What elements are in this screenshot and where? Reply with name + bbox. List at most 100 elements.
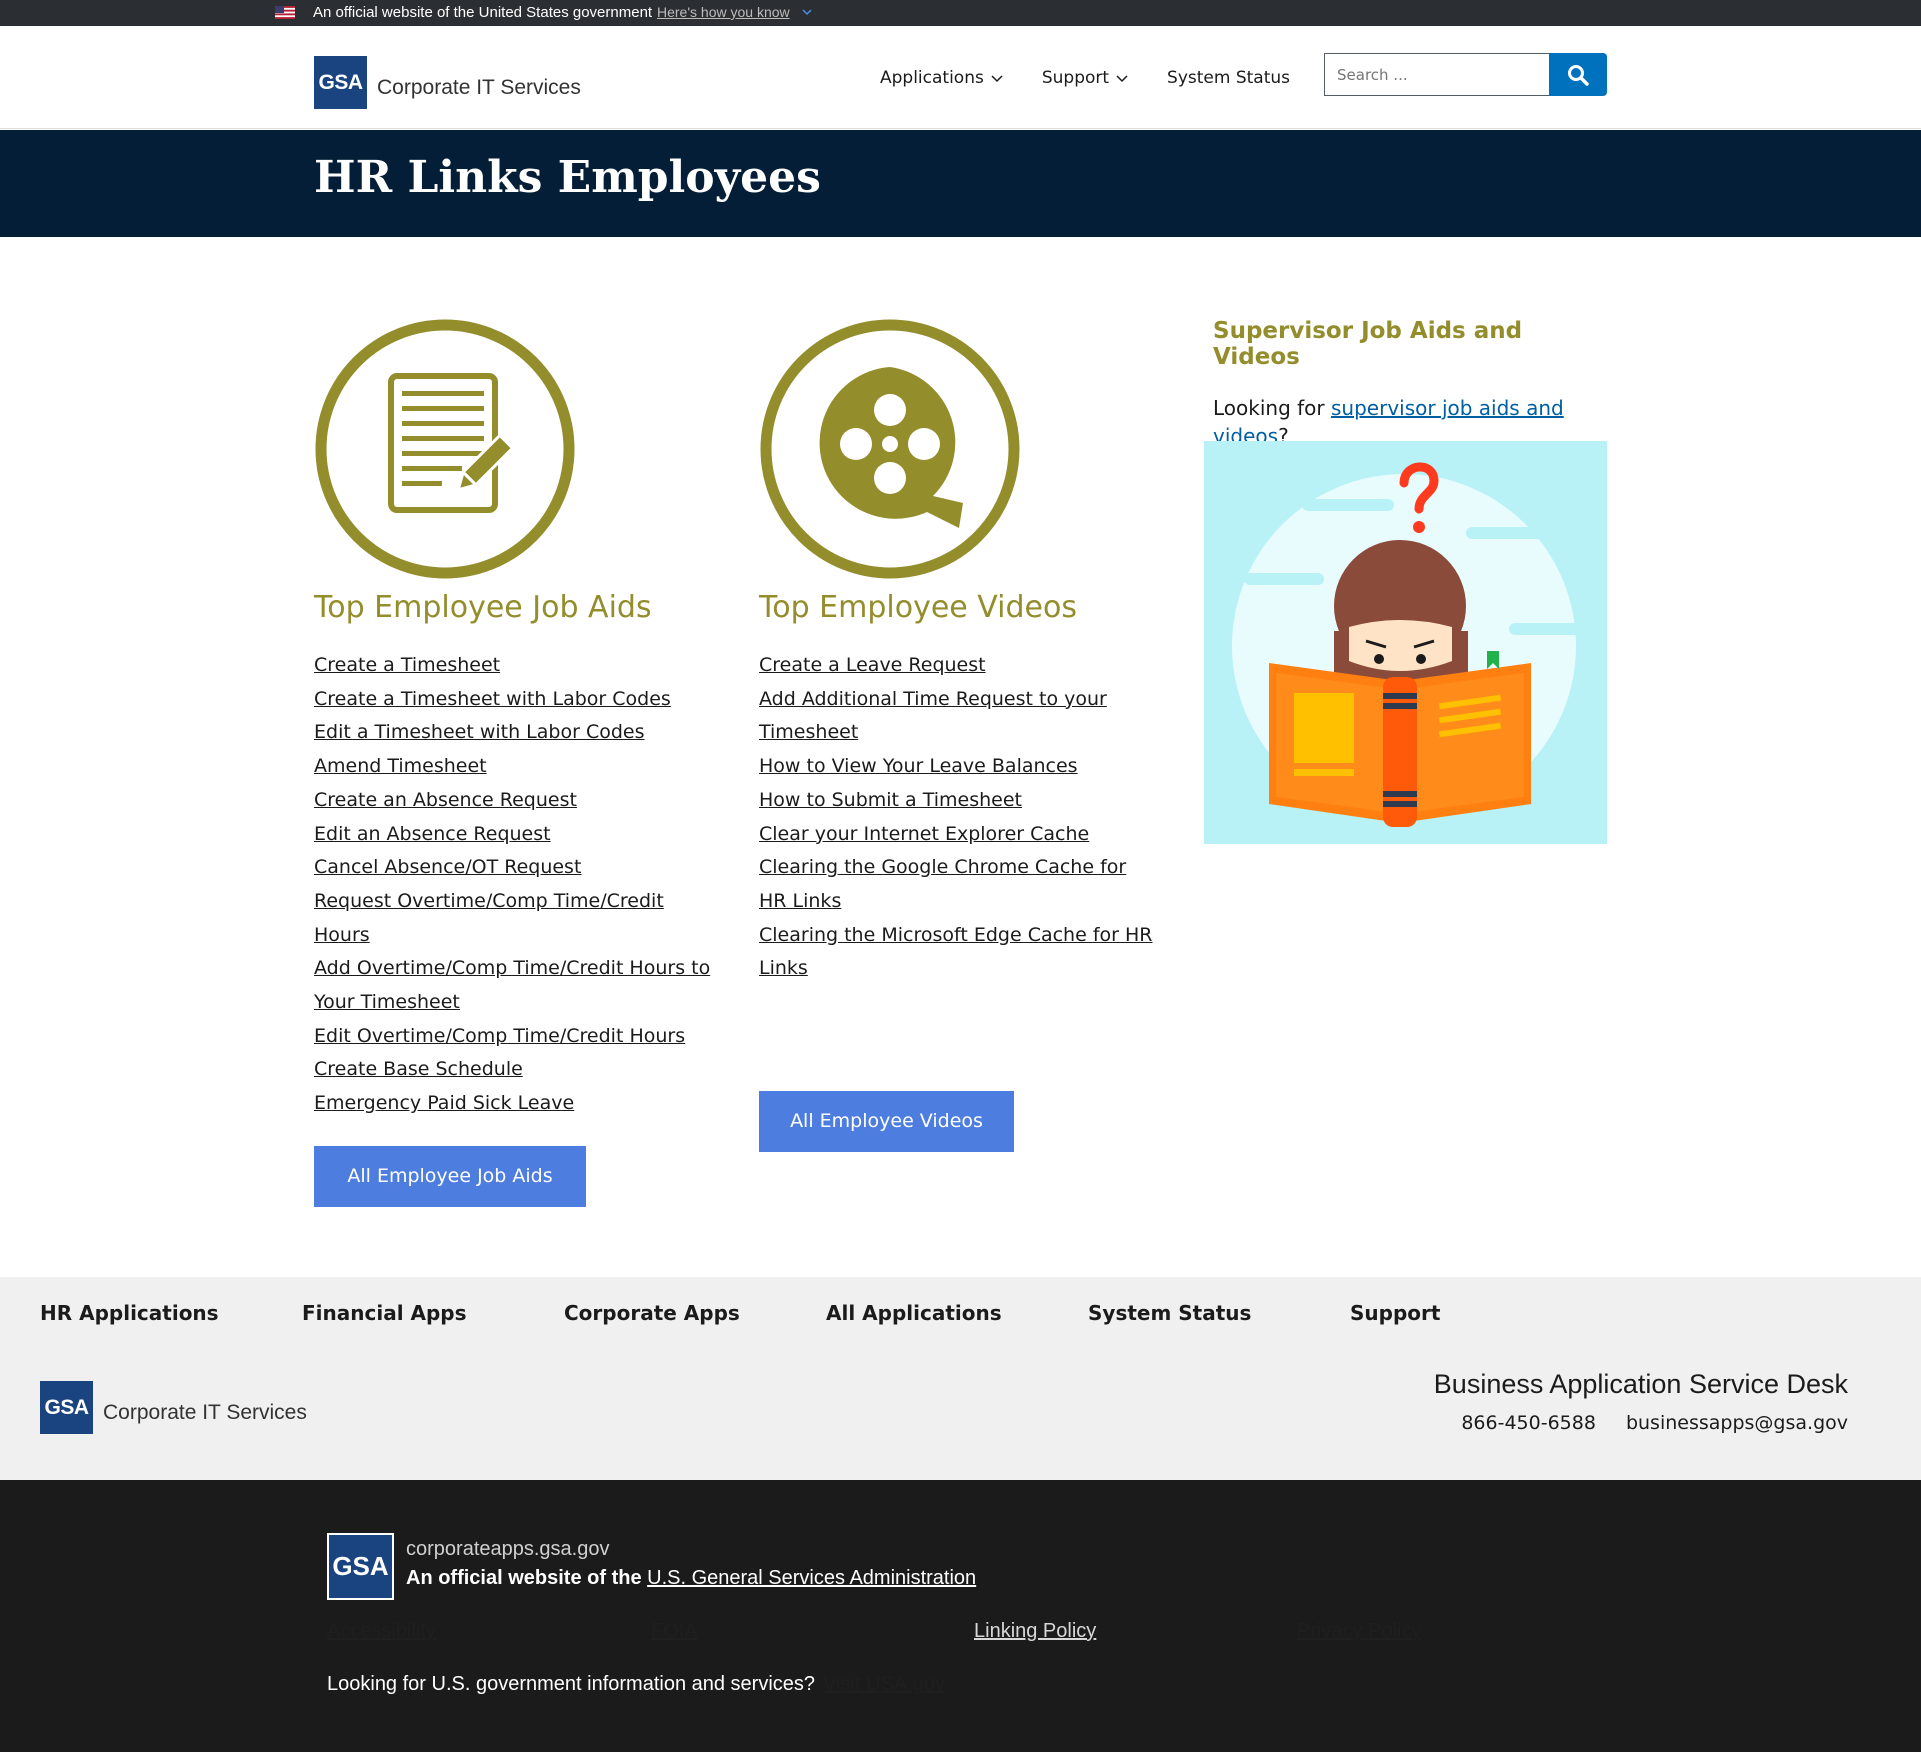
video-link[interactable]: Clearing the Google Chrome Cache for HR … — [759, 856, 1126, 912]
list-item: How to Submit a Timesheet — [759, 784, 1159, 818]
job-aid-link[interactable]: Cancel Absence/OT Request — [314, 856, 581, 878]
nav-support-label: Support — [1041, 68, 1110, 88]
site-logo[interactable]: GSA Corporate IT Services — [314, 56, 581, 109]
list-item: Edit an Absence Request — [314, 818, 714, 852]
service-desk-title: Business Application Service Desk — [1433, 1369, 1848, 1399]
list-item: Create a Timesheet — [314, 649, 714, 683]
job-aid-link[interactable]: Edit an Absence Request — [314, 823, 551, 845]
nav-applications[interactable]: Applications — [880, 68, 1004, 88]
job-aids-list: Create a Timesheet Create a Timesheet wi… — [314, 649, 714, 1121]
service-desk: Business Application Service Desk 866-45… — [1431, 1369, 1848, 1434]
site-logo-text: Corporate IT Services — [377, 75, 581, 99]
gsa-identifier-logo[interactable]: GSA — [327, 1533, 394, 1600]
usagov-link[interactable]: Visit USA.gov — [823, 1673, 945, 1695]
job-aid-link[interactable]: Create Base Schedule — [314, 1058, 523, 1080]
list-item: Emergency Paid Sick Leave — [314, 1087, 714, 1121]
footer-primary: HR Applications Financial Apps Corporate… — [0, 1277, 1921, 1480]
footer-link-system-status[interactable]: System Status — [1088, 1301, 1350, 1325]
chevron-down-icon — [991, 75, 1003, 83]
nav-support[interactable]: Support — [1042, 68, 1129, 88]
list-item: Edit a Timesheet with Labor Codes — [314, 716, 714, 750]
list-item: Edit Overtime/Comp Time/Credit Hours — [314, 1020, 714, 1054]
identifier-official: An official website of the U.S. General … — [406, 1567, 976, 1590]
search-button[interactable] — [1549, 53, 1607, 96]
nav-applications-label: Applications — [880, 68, 984, 88]
gov-banner-text: An official website of the United States… — [313, 4, 653, 21]
list-item: Request Overtime/Comp Time/Credit Hours — [314, 885, 714, 952]
list-item: Create a Leave Request — [759, 649, 1159, 683]
chevron-down-icon[interactable] — [801, 6, 813, 18]
footer-link-corporate-apps[interactable]: Corporate Apps — [564, 1301, 826, 1325]
gsa-logo-box: GSA — [40, 1381, 93, 1434]
accessibility-link[interactable]: Accessibility — [327, 1620, 436, 1643]
page-hero: HR Links Employees — [0, 130, 1921, 237]
identifier-official-prefix: An official website of the — [406, 1567, 642, 1589]
list-item: Clearing the Google Chrome Cache for HR … — [759, 851, 1159, 918]
sidebar-text-before: Looking for — [1213, 396, 1331, 420]
film-reel-icon — [760, 319, 1020, 579]
list-item: How to View Your Leave Balances — [759, 750, 1159, 784]
job-aid-link[interactable]: Create an Absence Request — [314, 789, 577, 811]
job-aids-section: Top Employee Job Aids Create a Timesheet… — [314, 318, 734, 1207]
all-videos-button[interactable]: All Employee Videos — [759, 1091, 1014, 1152]
service-desk-contact: 866-450-6588 businessapps@gsa.gov — [1431, 1412, 1848, 1434]
video-link[interactable]: Create a Leave Request — [759, 654, 986, 676]
list-item: Add Additional Time Request to your Time… — [759, 683, 1159, 750]
video-link[interactable]: How to View Your Leave Balances — [759, 755, 1078, 777]
usagov-text: Looking for U.S. government information … — [327, 1673, 816, 1695]
footer-logo[interactable]: GSA Corporate IT Services — [40, 1381, 307, 1434]
nav-system-status-label: System Status — [1167, 68, 1291, 88]
video-link[interactable]: Clear your Internet Explorer Cache — [759, 823, 1089, 845]
job-aid-link[interactable]: Request Overtime/Comp Time/Credit Hours — [314, 890, 664, 946]
how-you-know-link[interactable]: Here's how you know — [657, 4, 790, 20]
footer-link-all-applications[interactable]: All Applications — [826, 1301, 1088, 1325]
job-aid-link[interactable]: Add Overtime/Comp Time/Credit Hours to Y… — [314, 957, 710, 1013]
video-link[interactable]: Clearing the Microsoft Edge Cache for HR… — [759, 924, 1152, 980]
gov-banner: An official website of the United States… — [0, 0, 1921, 26]
footer-identifier: GSA corporateapps.gsa.gov An official we… — [0, 1480, 1921, 1752]
all-job-aids-button[interactable]: All Employee Job Aids — [314, 1145, 586, 1207]
job-aid-link[interactable]: Create a Timesheet with Labor Codes — [314, 688, 671, 710]
linking-policy-link[interactable]: Linking Policy — [974, 1620, 1096, 1643]
service-desk-phone[interactable]: 866-450-6588 — [1461, 1412, 1596, 1434]
footer-nav: HR Applications Financial Apps Corporate… — [40, 1301, 1500, 1325]
foia-link[interactable]: FOIA — [651, 1620, 698, 1643]
supervisor-sidebar: Supervisor Job Aids and Videos Looking f… — [1204, 318, 1607, 844]
gsa-logo-box: GSA — [314, 56, 367, 109]
footer-link-financial-apps[interactable]: Financial Apps — [302, 1301, 564, 1325]
job-aid-link[interactable]: Emergency Paid Sick Leave — [314, 1092, 574, 1114]
search-icon — [1568, 64, 1589, 86]
search-input[interactable] — [1324, 53, 1549, 96]
list-item: Add Overtime/Comp Time/Credit Hours to Y… — [314, 952, 714, 1019]
videos-list: Create a Leave Request Add Additional Ti… — [759, 649, 1159, 986]
footer-link-hr-applications[interactable]: HR Applications — [40, 1301, 302, 1325]
list-item: Create Base Schedule — [314, 1053, 714, 1087]
list-item: Clearing the Microsoft Edge Cache for HR… — [759, 919, 1159, 986]
list-item: Create a Timesheet with Labor Codes — [314, 683, 714, 717]
identifier-domain: corporateapps.gsa.gov — [406, 1538, 610, 1560]
videos-title: Top Employee Videos — [759, 590, 1077, 625]
service-desk-email[interactable]: businessapps@gsa.gov — [1626, 1412, 1848, 1434]
footer-link-support[interactable]: Support — [1350, 1301, 1500, 1325]
privacy-policy-link[interactable]: Privacy Policy — [1297, 1620, 1421, 1643]
sidebar-title: Supervisor Job Aids and Videos — [1213, 318, 1523, 370]
gsa-agency-link[interactable]: U.S. General Services Administration — [647, 1567, 976, 1589]
main-nav: Applications Support System Status — [880, 68, 1328, 88]
videos-section: Top Employee Videos Create a Leave Reque… — [759, 318, 1179, 1152]
job-aid-link[interactable]: Edit a Timesheet with Labor Codes — [314, 721, 644, 743]
video-link[interactable]: Add Additional Time Request to your Time… — [759, 688, 1107, 744]
page-title: HR Links Employees — [314, 152, 821, 203]
identifier-links: Accessibility FOIA Linking Policy Privac… — [327, 1620, 1427, 1650]
footer-logo-text: Corporate IT Services — [103, 1400, 307, 1424]
job-aid-link[interactable]: Edit Overtime/Comp Time/Credit Hours — [314, 1025, 685, 1047]
site-header: GSA Corporate IT Services Applications S… — [0, 26, 1921, 129]
nav-system-status[interactable]: System Status — [1167, 68, 1290, 88]
list-item: Cancel Absence/OT Request — [314, 851, 714, 885]
list-item: Clear your Internet Explorer Cache — [759, 818, 1159, 852]
usagov-section: Looking for U.S. government information … — [327, 1673, 945, 1696]
job-aid-link[interactable]: Create a Timesheet — [314, 654, 500, 676]
us-flag-icon — [275, 6, 295, 19]
job-aid-link[interactable]: Amend Timesheet — [314, 755, 487, 777]
video-link[interactable]: How to Submit a Timesheet — [759, 789, 1022, 811]
list-item: Create an Absence Request — [314, 784, 714, 818]
